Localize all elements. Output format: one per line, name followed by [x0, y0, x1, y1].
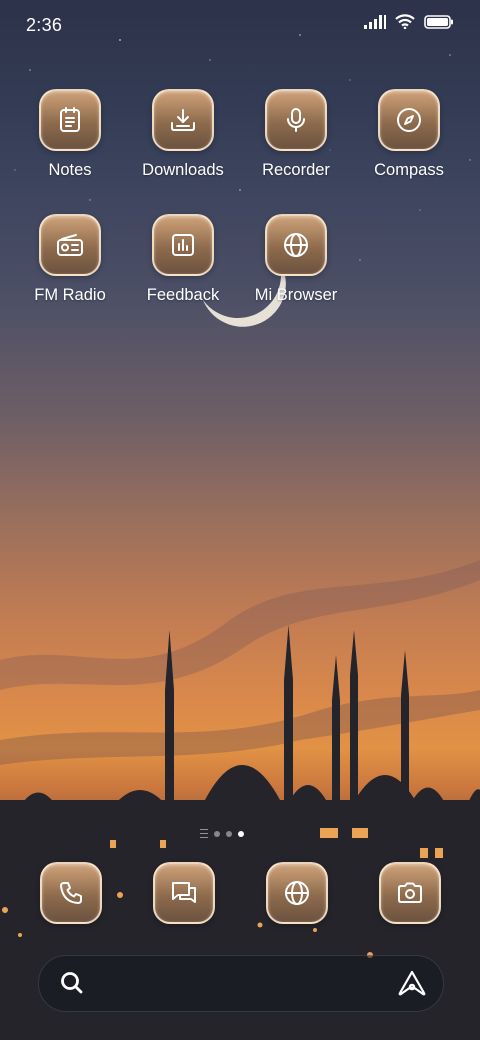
app-notes[interactable]: Notes — [15, 89, 125, 180]
assistant-icon[interactable] — [397, 969, 427, 997]
page-dot — [226, 830, 232, 837]
globe-icon — [265, 214, 327, 276]
search-icon[interactable] — [59, 970, 85, 996]
page-indicator[interactable] — [200, 829, 244, 838]
app-label: FM Radio — [34, 286, 106, 304]
feedback-chart-icon — [152, 214, 214, 276]
wifi-icon — [395, 14, 415, 29]
phone-icon — [40, 862, 102, 924]
app-label: Recorder — [262, 161, 330, 179]
messages-icon — [153, 862, 215, 924]
dock-browser[interactable] — [266, 862, 328, 924]
battery-icon — [424, 14, 453, 29]
app-compass[interactable]: Compass — [354, 89, 464, 180]
search-bar[interactable] — [38, 955, 444, 1012]
app-recorder[interactable]: Recorder — [241, 89, 351, 180]
app-feedback[interactable]: Feedback — [128, 214, 238, 305]
app-mi-browser[interactable]: Mi Browser — [241, 214, 351, 305]
download-icon — [152, 89, 214, 151]
status-bar: 2:36 — [0, 0, 480, 50]
page-dot — [214, 830, 220, 837]
app-label: Compass — [374, 161, 444, 179]
app-drawer-indicator-icon — [200, 829, 208, 838]
globe-icon — [266, 862, 328, 924]
app-label: Mi Browser — [254, 286, 338, 304]
microphone-icon — [265, 89, 327, 151]
app-fm-radio[interactable]: FM Radio — [15, 214, 125, 305]
app-downloads[interactable]: Downloads — [128, 89, 238, 180]
compass-icon — [378, 89, 440, 151]
dock-messages[interactable] — [153, 862, 215, 924]
status-icons — [364, 14, 454, 29]
page-dot-active — [238, 830, 244, 837]
signal-icon — [364, 14, 386, 29]
dock-camera[interactable] — [379, 862, 441, 924]
radio-icon — [39, 214, 101, 276]
notes-icon — [39, 89, 101, 151]
app-label: Feedback — [146, 286, 220, 304]
status-time: 2:36 — [26, 15, 63, 35]
dock-phone[interactable] — [40, 862, 102, 924]
app-label: Notes — [48, 161, 92, 179]
camera-icon — [379, 862, 441, 924]
app-label: Downloads — [142, 161, 224, 179]
